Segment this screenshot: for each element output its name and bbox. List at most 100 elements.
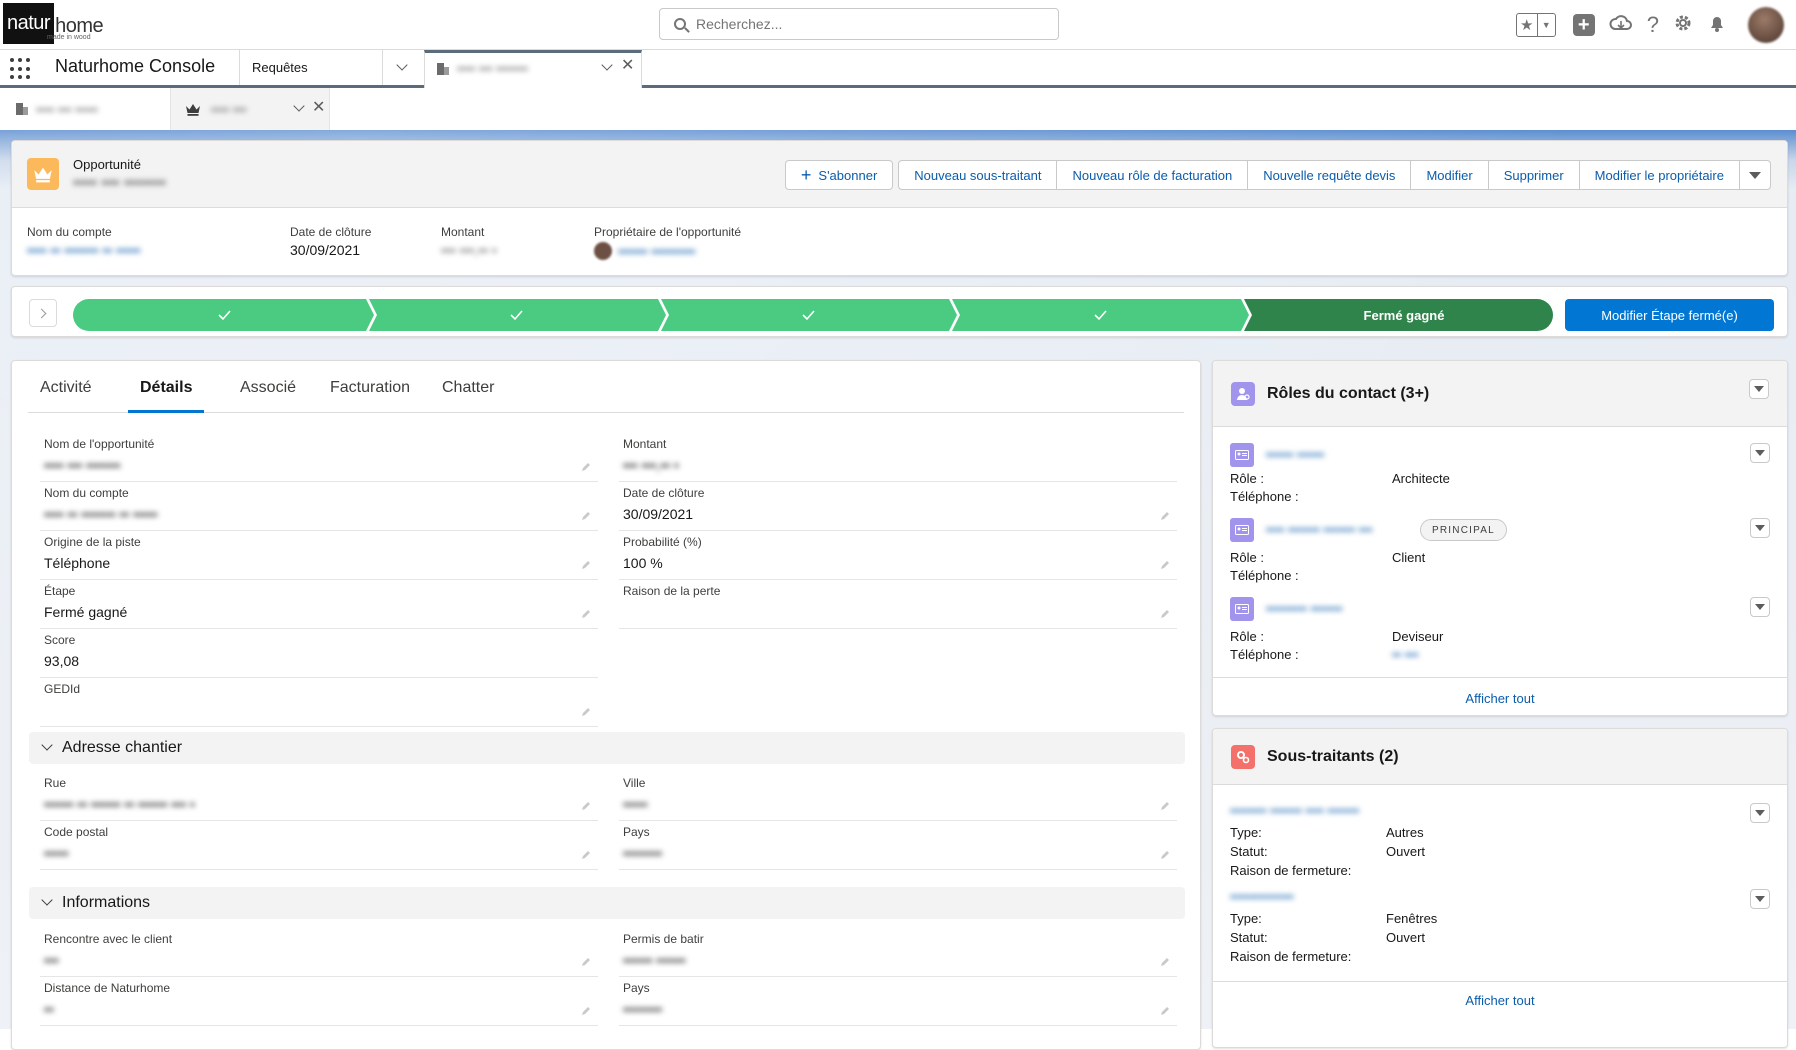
pencil-icon[interactable] — [580, 849, 592, 864]
pencil-icon[interactable] — [580, 956, 592, 971]
phone-label: Téléphone : — [1230, 568, 1299, 583]
field-client-meeting: Rencontre avec le client ••• — [40, 928, 598, 977]
subscribe-button[interactable]: + S'abonner — [784, 160, 894, 190]
chevron-down-icon — [1755, 896, 1765, 902]
role-value: Architecte — [1392, 471, 1450, 486]
field-label: Distance de Naturhome — [44, 981, 171, 995]
field-value: •• — [44, 1001, 54, 1017]
owner-link[interactable]: •••••• ••••••••• — [618, 243, 695, 259]
pencil-icon[interactable] — [1159, 608, 1171, 623]
delete-button[interactable]: Supprimer — [1487, 160, 1580, 190]
workspace-tab-record[interactable]: •••• ••• ••••••• ✕ — [424, 50, 642, 88]
trailhead-cloud-icon[interactable] — [1609, 13, 1633, 37]
pencil-icon[interactable] — [1159, 510, 1171, 525]
field-value: •••••• •••••• — [623, 952, 686, 968]
contact-name-link[interactable]: •••••• •••••• — [1266, 447, 1324, 462]
subcontractor-name-link[interactable]: •••••••••••••• — [1230, 889, 1294, 904]
field-value: Fermé gagné — [44, 604, 128, 620]
section-informations[interactable]: Informations — [29, 887, 1185, 919]
favorites-button-group: ★ ▼ — [1515, 13, 1556, 37]
field-value: •••••• •• •••••• •• •••••• ••• • — [44, 796, 195, 812]
naturhome-logo[interactable]: natur home made in wood — [3, 3, 104, 44]
tab-associe[interactable]: Associé — [228, 379, 308, 413]
chevron-down-icon — [1755, 450, 1765, 456]
subtab-close-icon[interactable]: ✕ — [312, 100, 325, 116]
subcontractor-name-link[interactable]: •••••••• ••••••• •••• ••••••• — [1230, 803, 1359, 818]
field-value: ••• •••,•• • — [623, 457, 679, 473]
pencil-icon[interactable] — [1159, 849, 1171, 864]
contact-role-menu-button[interactable] — [1750, 518, 1770, 538]
account-record-icon — [16, 103, 28, 115]
pencil-icon[interactable] — [580, 559, 592, 574]
role-label: Rôle : — [1230, 550, 1264, 565]
pencil-icon[interactable] — [1159, 559, 1171, 574]
tab-details[interactable]: Détails — [128, 379, 205, 413]
more-actions-button[interactable] — [1739, 160, 1771, 190]
pencil-icon[interactable] — [580, 800, 592, 815]
contact-name-link[interactable]: •••• ••••••• ••••••• ••• — [1266, 522, 1372, 537]
path-stage-completed[interactable] — [73, 299, 374, 331]
subtab-opportunity[interactable]: •••• ••• ✕ — [170, 88, 330, 130]
favorites-star-icon[interactable]: ★ — [1517, 14, 1537, 36]
field-account-link[interactable]: •••• •• ••••••• •• ••••• — [44, 506, 158, 522]
contact-role-menu-button[interactable] — [1750, 443, 1770, 463]
new-quote-request-button[interactable]: Nouvelle requête devis — [1247, 160, 1412, 190]
pencil-icon[interactable] — [1159, 956, 1171, 971]
subcontractor-menu-button[interactable] — [1750, 889, 1770, 909]
edit-button[interactable]: Modifier — [1410, 160, 1489, 190]
subtab-account[interactable]: •••• ••• ••••• — [0, 88, 168, 130]
tab-activite[interactable]: Activité — [28, 379, 104, 413]
field-value: ••••• — [44, 845, 69, 861]
global-search-input[interactable]: Recherchez... — [659, 8, 1059, 40]
contact-name-link[interactable]: ••••••••• ••••••• — [1266, 601, 1342, 616]
tab-facturation[interactable]: Facturation — [318, 379, 422, 413]
new-billing-role-button[interactable]: Nouveau rôle de facturation — [1056, 160, 1249, 190]
path-change-stage-button[interactable]: Modifier Étape fermé(e) — [1565, 299, 1774, 331]
subcontractors-show-all-link[interactable]: Afficher tout — [1213, 993, 1787, 1008]
new-subcontractor-button[interactable]: Nouveau sous-traitant — [898, 160, 1058, 190]
tab-chatter[interactable]: Chatter — [430, 379, 506, 413]
owner-avatar[interactable] — [594, 242, 612, 260]
phone-link[interactable]: •• ••• — [1392, 647, 1418, 662]
pencil-icon[interactable] — [1159, 800, 1171, 815]
subcontractor-menu-button[interactable] — [1750, 803, 1770, 823]
field-label: Probabilité (%) — [623, 535, 702, 549]
user-avatar[interactable] — [1748, 7, 1784, 43]
workspace-tab-chevron-down-icon[interactable] — [601, 59, 613, 71]
gear-icon[interactable] — [1673, 13, 1693, 37]
opportunity-crown-icon — [186, 103, 200, 116]
subscribe-label: S'abonner — [818, 167, 878, 183]
pencil-icon[interactable] — [580, 706, 592, 721]
pencil-icon[interactable] — [580, 608, 592, 623]
highlight-value: 30/09/2021 — [290, 242, 361, 258]
nav-requetes-chevron-down-icon[interactable] — [396, 59, 408, 71]
workspace-tab-close-icon[interactable]: ✕ — [621, 58, 634, 74]
nav-item-requetes[interactable]: Requêtes — [252, 60, 308, 75]
contact-roles-show-all-link[interactable]: Afficher tout — [1213, 691, 1787, 706]
highlight-close-date: Date de clôture 30/09/2021 — [290, 225, 371, 258]
highlight-account-link[interactable]: •••• •• ••••••• •• ••••• — [27, 242, 141, 258]
path-stage-completed[interactable] — [661, 299, 957, 331]
opportunity-crown-icon — [27, 158, 59, 190]
contact-role-item: ••••••••• ••••••• Rôle : Deviseur Téléph… — [1230, 597, 1770, 667]
favorites-dropdown-icon[interactable]: ▼ — [1536, 14, 1555, 36]
pencil-icon[interactable] — [580, 461, 592, 476]
global-actions-plus-icon[interactable]: + — [1572, 14, 1595, 36]
contact-role-item: •••••• •••••• Rôle : Architecte Téléphon… — [1230, 443, 1770, 513]
path-stage-completed[interactable] — [952, 299, 1249, 331]
record-name: •••• ••• ••••••• — [73, 173, 166, 192]
contact-role-menu-button[interactable] — [1750, 597, 1770, 617]
pencil-icon[interactable] — [1159, 1005, 1171, 1020]
change-owner-button[interactable]: Modifier le propriétaire — [1578, 160, 1740, 190]
pencil-icon[interactable] — [580, 510, 592, 525]
subtab-chevron-down-icon[interactable] — [293, 100, 305, 112]
section-adresse-chantier[interactable]: Adresse chantier — [29, 732, 1185, 764]
contact-roles-menu-button[interactable] — [1749, 379, 1769, 399]
help-icon[interactable]: ? — [1647, 14, 1659, 36]
app-launcher-icon[interactable] — [10, 58, 32, 80]
notifications-bell-icon[interactable] — [1707, 13, 1727, 37]
pencil-icon[interactable] — [580, 1005, 592, 1020]
path-expand-toggle[interactable] — [29, 299, 57, 327]
status-label: Statut: — [1230, 844, 1268, 859]
field-label: GEDId — [44, 682, 81, 696]
